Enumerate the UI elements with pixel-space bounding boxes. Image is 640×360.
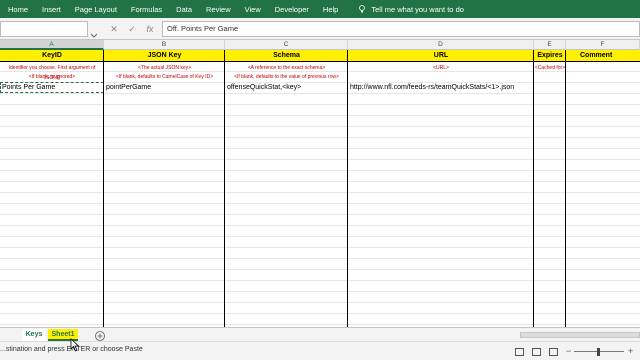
- sheet-tab-bar: Keys Sheet1: [0, 327, 640, 341]
- tab-home[interactable]: Home: [8, 5, 28, 14]
- zoom-out-icon[interactable]: −: [566, 347, 571, 356]
- tab-formulas[interactable]: Formulas: [131, 5, 162, 14]
- cancel-icon[interactable]: ✕: [108, 23, 120, 35]
- column-headers: A B C D E F: [0, 40, 640, 50]
- column-border: [224, 50, 225, 327]
- tab-page-layout[interactable]: Page Layout: [75, 5, 117, 14]
- tell-me-search[interactable]: Tell me what you want to do: [371, 5, 464, 14]
- note-cell-a2[interactable]: <If blank, is ignored>: [0, 72, 104, 82]
- column-border: [347, 50, 348, 327]
- worksheet-grid[interactable]: KeyID JSON Key Schema URL Expires Commen…: [0, 50, 640, 327]
- horizontal-scrollbar[interactable]: [520, 332, 640, 338]
- note-cell-b2[interactable]: <If blank, defaults to CamelCase of Key …: [104, 72, 225, 82]
- tab-help[interactable]: Help: [323, 5, 338, 14]
- data-cell-keyid[interactable]: Points Per Game: [0, 83, 104, 93]
- column-header-f[interactable]: F: [566, 40, 640, 50]
- data-cell-url[interactable]: http://www.nfl.com/feeds-rs/teamQuickSta…: [348, 83, 534, 93]
- tab-insert[interactable]: Insert: [42, 5, 61, 14]
- normal-view-icon[interactable]: [515, 348, 524, 356]
- header-cell-expires[interactable]: Expires: [534, 50, 566, 62]
- chevron-down-icon[interactable]: [90, 26, 98, 38]
- column-border: [533, 50, 534, 327]
- page-layout-view-icon[interactable]: [532, 348, 541, 356]
- column-border: [565, 50, 566, 327]
- zoom-in-icon[interactable]: +: [628, 347, 633, 356]
- header-cell-json-key[interactable]: JSON Key: [104, 50, 225, 62]
- header-cell-url[interactable]: URL: [348, 50, 534, 62]
- header-row: KeyID JSON Key Schema URL Expires Commen…: [0, 50, 640, 62]
- note-cell-c2[interactable]: <If blank, defaults to the value of prev…: [225, 72, 348, 82]
- page-break-view-icon[interactable]: [549, 348, 558, 356]
- zoom-slider-thumb[interactable]: [597, 348, 600, 356]
- sheet-tab-keys[interactable]: Keys: [22, 329, 46, 341]
- column-header-a[interactable]: A: [0, 40, 104, 50]
- ribbon-tab-bar: Home Insert Page Layout Formulas Data Re…: [0, 0, 640, 18]
- column-header-d[interactable]: D: [348, 40, 534, 50]
- tab-view[interactable]: View: [245, 5, 261, 14]
- formula-input[interactable]: Off. Points Per Game: [162, 21, 640, 37]
- data-cell-json-key[interactable]: pointPerGame: [104, 83, 225, 93]
- tab-data[interactable]: Data: [176, 5, 192, 14]
- header-cell-keyid[interactable]: KeyID: [0, 50, 104, 62]
- formula-bar: ✕ ✓ fx Off. Points Per Game: [0, 18, 640, 40]
- status-bar: ...stination and press ENTER or choose P…: [0, 341, 640, 360]
- note-cell-e1[interactable]: <Cached for>: [534, 63, 566, 73]
- column-header-b[interactable]: B: [104, 40, 225, 50]
- mouse-cursor-icon: [70, 338, 80, 352]
- column-border: [103, 50, 104, 327]
- header-cell-comment[interactable]: Comment: [566, 50, 640, 62]
- add-sheet-icon[interactable]: [94, 329, 106, 341]
- column-header-c[interactable]: C: [225, 40, 348, 50]
- header-cell-schema[interactable]: Schema: [225, 50, 348, 62]
- column-header-e[interactable]: E: [534, 40, 566, 50]
- name-box[interactable]: [0, 21, 88, 37]
- tab-review[interactable]: Review: [206, 5, 231, 14]
- fx-icon[interactable]: fx: [144, 23, 156, 35]
- tab-developer[interactable]: Developer: [275, 5, 309, 14]
- check-icon[interactable]: ✓: [126, 23, 138, 35]
- data-cell-schema[interactable]: offenseQuickStat,<key>: [225, 83, 348, 93]
- note-cell-d1[interactable]: <URL>: [348, 63, 534, 73]
- lightbulb-icon: [358, 5, 366, 13]
